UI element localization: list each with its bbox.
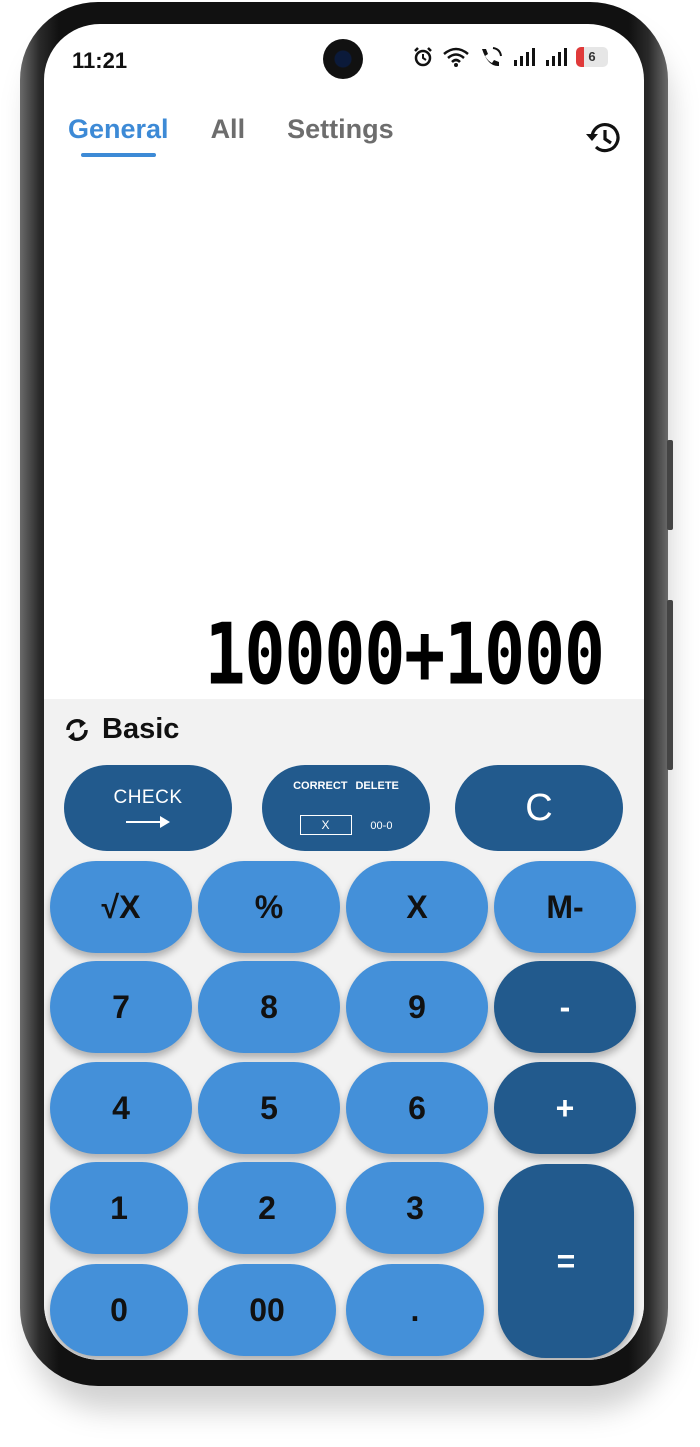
refresh-icon (66, 718, 88, 741)
wifi-icon (443, 47, 469, 67)
minus-button[interactable]: - (494, 961, 636, 1053)
digit-6-button[interactable]: 6 (346, 1062, 488, 1154)
mode-switch[interactable]: Basic (64, 713, 179, 746)
plus-button[interactable]: + (494, 1062, 636, 1154)
digit-1-button[interactable]: 1 (50, 1162, 188, 1254)
delete-label: DELETE (355, 779, 399, 792)
signal-icon-sim1 (514, 48, 535, 66)
digit-2-button[interactable]: 2 (198, 1162, 336, 1254)
check-button[interactable]: CHECK (64, 765, 232, 851)
calculator-display: 10000+1000 (204, 606, 605, 705)
wifi-calling-icon (482, 47, 502, 67)
digit-5-button[interactable]: 5 (198, 1062, 340, 1154)
equals-button[interactable]: = (498, 1164, 634, 1358)
arrow-right-icon (126, 816, 170, 828)
correct-label: CORRECT (293, 779, 348, 792)
correct-box: X (299, 814, 352, 835)
status-icons: 6 (412, 46, 608, 68)
double-zero-button[interactable]: 00 (198, 1264, 336, 1356)
phone-screen: 11:21 6 General All Settings 10000+1000 … (44, 24, 644, 1360)
volume-button (667, 440, 673, 530)
alarm-icon (414, 47, 432, 67)
digit-7-button[interactable]: 7 (50, 961, 192, 1053)
multiply-button[interactable]: X (346, 861, 488, 953)
sqrt-button[interactable]: √X (50, 861, 192, 953)
check-label: CHECK (113, 787, 183, 808)
tab-general[interactable]: General (68, 114, 169, 157)
signal-icon-sim2 (546, 48, 567, 66)
decimal-point-button[interactable]: . (346, 1264, 484, 1356)
status-time: 11:21 (72, 48, 128, 73)
history-icon[interactable] (584, 118, 624, 158)
tab-all[interactable]: All (211, 114, 246, 157)
clear-button[interactable]: C (455, 765, 623, 851)
correct-delete-button[interactable]: CORRECT DELETE X 00-0 (262, 765, 430, 851)
digit-9-button[interactable]: 9 (346, 961, 488, 1053)
front-camera (323, 39, 363, 79)
tab-settings[interactable]: Settings (287, 114, 394, 157)
memory-minus-button[interactable]: M- (494, 861, 636, 953)
digit-3-button[interactable]: 3 (346, 1162, 484, 1254)
digit-0-button[interactable]: 0 (50, 1264, 188, 1356)
power-button (667, 600, 673, 770)
mode-label: Basic (102, 713, 180, 745)
delete-sample: 00-0 (370, 819, 393, 832)
digit-8-button[interactable]: 8 (198, 961, 340, 1053)
battery-level: 6 (588, 49, 596, 64)
digit-4-button[interactable]: 4 (50, 1062, 192, 1154)
keypad: Basic CHECK CORRECT DELETE X 00-0 C √X %… (44, 699, 644, 1360)
tab-bar: General All Settings (68, 114, 394, 157)
percent-button[interactable]: % (198, 861, 340, 953)
battery-icon: 6 (576, 47, 608, 67)
